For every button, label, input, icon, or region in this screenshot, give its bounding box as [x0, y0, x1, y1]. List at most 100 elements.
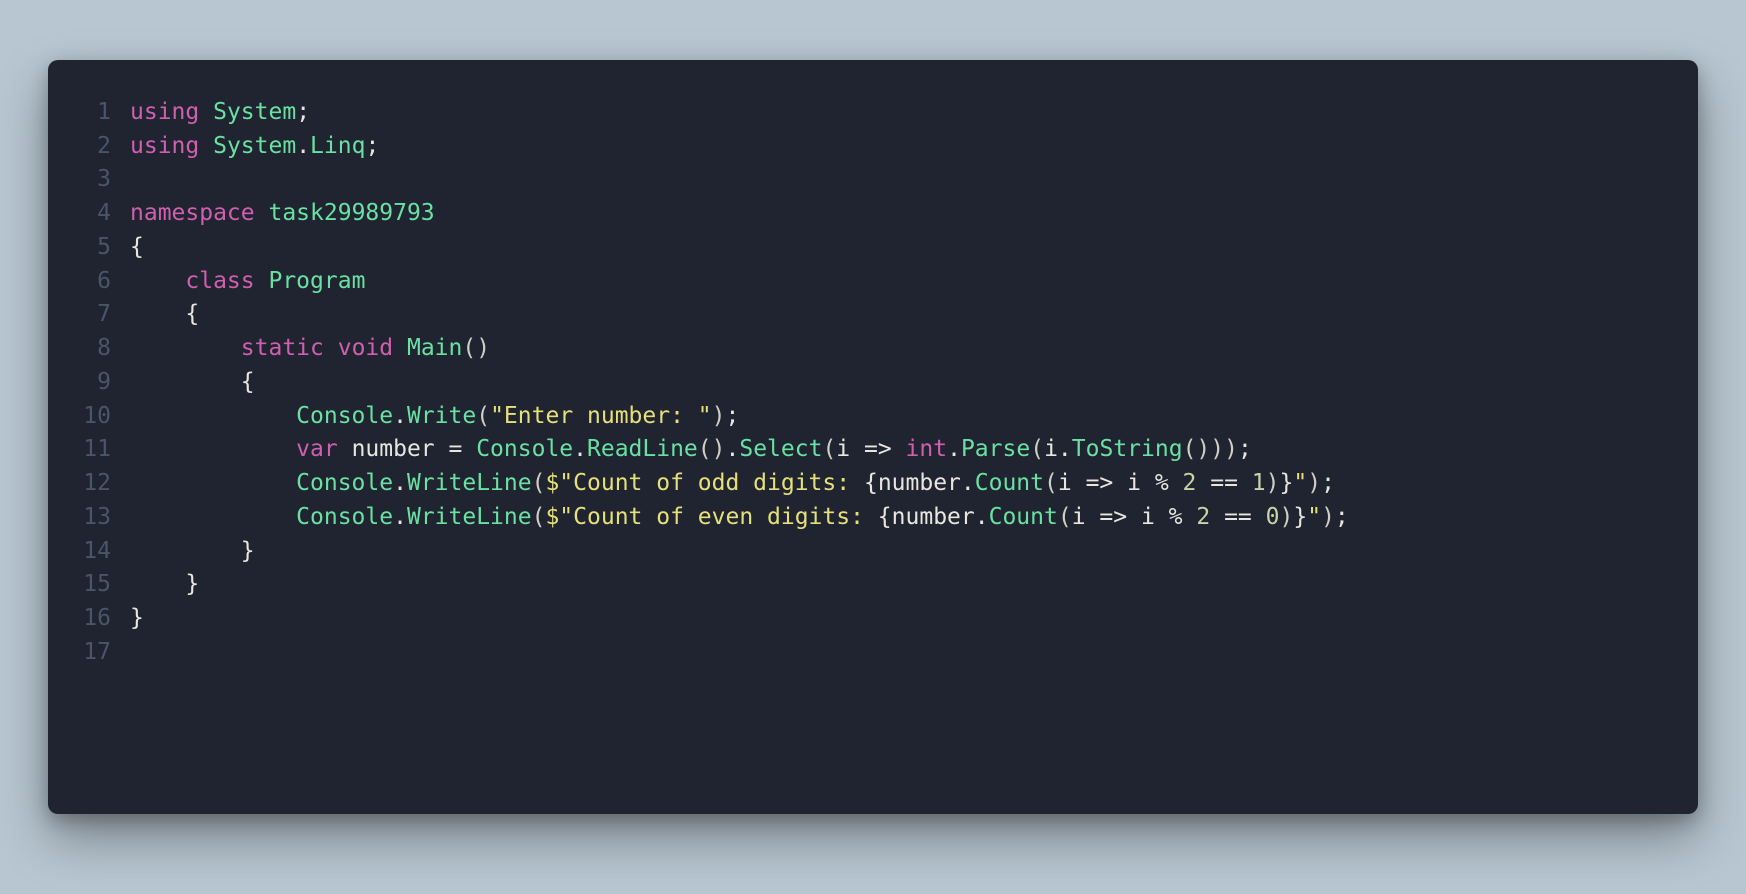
token-kw: static — [241, 335, 338, 361]
line-number: 11 — [72, 433, 129, 467]
token-punct: . — [725, 436, 739, 462]
code-line: 1using System; — [72, 96, 1350, 130]
token-id — [130, 504, 296, 530]
token-type: Write — [407, 403, 476, 429]
token-kw: void — [338, 335, 407, 361]
token-punct: ; — [1238, 436, 1252, 462]
token-punct: } — [130, 605, 144, 631]
token-punct: % — [1169, 504, 1197, 530]
token-paren: ( — [1058, 504, 1072, 530]
token-punct: . — [1058, 436, 1072, 462]
token-id: number — [878, 470, 961, 496]
code-content: Console.WriteLine($"Count of even digits… — [129, 501, 1350, 535]
token-paren: ( — [1030, 436, 1044, 462]
token-type: ReadLine — [587, 436, 698, 462]
code-content: static void Main() — [129, 332, 1350, 366]
code-content — [129, 636, 1350, 670]
token-id: i — [1127, 470, 1155, 496]
token-type: System — [213, 133, 296, 159]
token-paren: ) — [1210, 436, 1224, 462]
token-kw: using — [130, 99, 213, 125]
token-num: 0 — [1266, 504, 1280, 530]
token-paren: ) — [1279, 504, 1293, 530]
token-punct: ; — [1335, 504, 1349, 530]
token-paren: () — [1183, 436, 1211, 462]
code-line: 14 } — [72, 535, 1350, 569]
token-type: Program — [268, 268, 365, 294]
code-line: 4namespace task29989793 — [72, 197, 1350, 231]
token-paren: ( — [476, 403, 490, 429]
token-kw: class — [185, 268, 268, 294]
line-number: 3 — [72, 163, 129, 197]
token-paren: ( — [532, 470, 546, 496]
token-punct: == — [1210, 470, 1252, 496]
token-punct: . — [296, 133, 310, 159]
token-type: Main — [407, 335, 462, 361]
token-punct: } — [130, 538, 255, 564]
line-number: 1 — [72, 96, 129, 130]
token-paren: ( — [822, 436, 836, 462]
token-paren: ) — [1224, 436, 1238, 462]
code-editor-panel: 1using System;2using System.Linq;34names… — [48, 60, 1698, 814]
token-type: Console — [296, 470, 393, 496]
line-number: 15 — [72, 568, 129, 602]
token-paren: ( — [532, 504, 546, 530]
token-num: 1 — [1252, 470, 1266, 496]
token-punct: => — [1099, 504, 1141, 530]
code-line: 7 { — [72, 298, 1350, 332]
code-content: { — [129, 366, 1350, 400]
token-punct: . — [947, 436, 961, 462]
token-kw: int — [906, 436, 948, 462]
token-type: System — [213, 99, 296, 125]
code-content: namespace task29989793 — [129, 197, 1350, 231]
token-punct: ; — [726, 403, 740, 429]
token-id: i — [1058, 470, 1086, 496]
token-id — [130, 470, 296, 496]
code-line: 1 2 Console.WriteLine($"Count of odd digi… — [72, 467, 1350, 501]
token-id: number — [352, 436, 449, 462]
token-punct: { — [878, 504, 892, 530]
code-line: 13 Console.WriteLine($"Count of even dig… — [72, 501, 1350, 535]
token-type: Console — [296, 504, 393, 530]
token-punct: ; — [365, 133, 379, 159]
token-type: task29989793 — [268, 200, 434, 226]
token-num: 2 — [1183, 470, 1211, 496]
code-line: 16} — [72, 602, 1350, 636]
token-id — [130, 335, 241, 361]
token-kw: using — [130, 133, 213, 159]
token-id — [130, 268, 185, 294]
code-line: 11 var number = Console.ReadLine().Selec… — [72, 433, 1350, 467]
token-punct: . — [961, 470, 975, 496]
token-str: $"Count of odd digits: — [545, 470, 864, 496]
code-line: 15 } — [72, 568, 1350, 602]
token-punct: == — [1224, 504, 1266, 530]
code-line: 10 Console.Write("Enter number: "); — [72, 400, 1350, 434]
token-paren: () — [698, 436, 726, 462]
page-background: 1using System;2using System.Linq;34names… — [0, 0, 1746, 894]
token-punct: } — [1280, 470, 1294, 496]
line-number: 7 — [72, 298, 129, 332]
code-content: Console.WriteLine($"Count of odd digits:… — [129, 467, 1350, 501]
token-punct: { — [864, 470, 878, 496]
token-type: Count — [989, 504, 1058, 530]
token-paren: ) — [1307, 470, 1321, 496]
token-id — [130, 403, 296, 429]
code-line: 3 — [72, 163, 1350, 197]
code-line: 17 — [72, 636, 1350, 670]
token-id: i — [836, 436, 864, 462]
token-id — [130, 436, 296, 462]
code-line: 8 static void Main() — [72, 332, 1350, 366]
token-paren: () — [462, 335, 490, 361]
token-type: Console — [476, 436, 573, 462]
token-id: i — [1141, 504, 1169, 530]
line-number: 10 — [72, 400, 129, 434]
token-punct: % — [1155, 470, 1183, 496]
token-id: i — [1072, 504, 1100, 530]
token-str: $"Count of even digits: — [545, 504, 877, 530]
token-str: " — [1293, 470, 1307, 496]
token-paren: ( — [1044, 470, 1058, 496]
code-content: using System; — [129, 96, 1350, 130]
line-number: 13 — [72, 501, 129, 535]
line-number: 4 — [72, 197, 129, 231]
line-number: 5 — [72, 231, 129, 265]
